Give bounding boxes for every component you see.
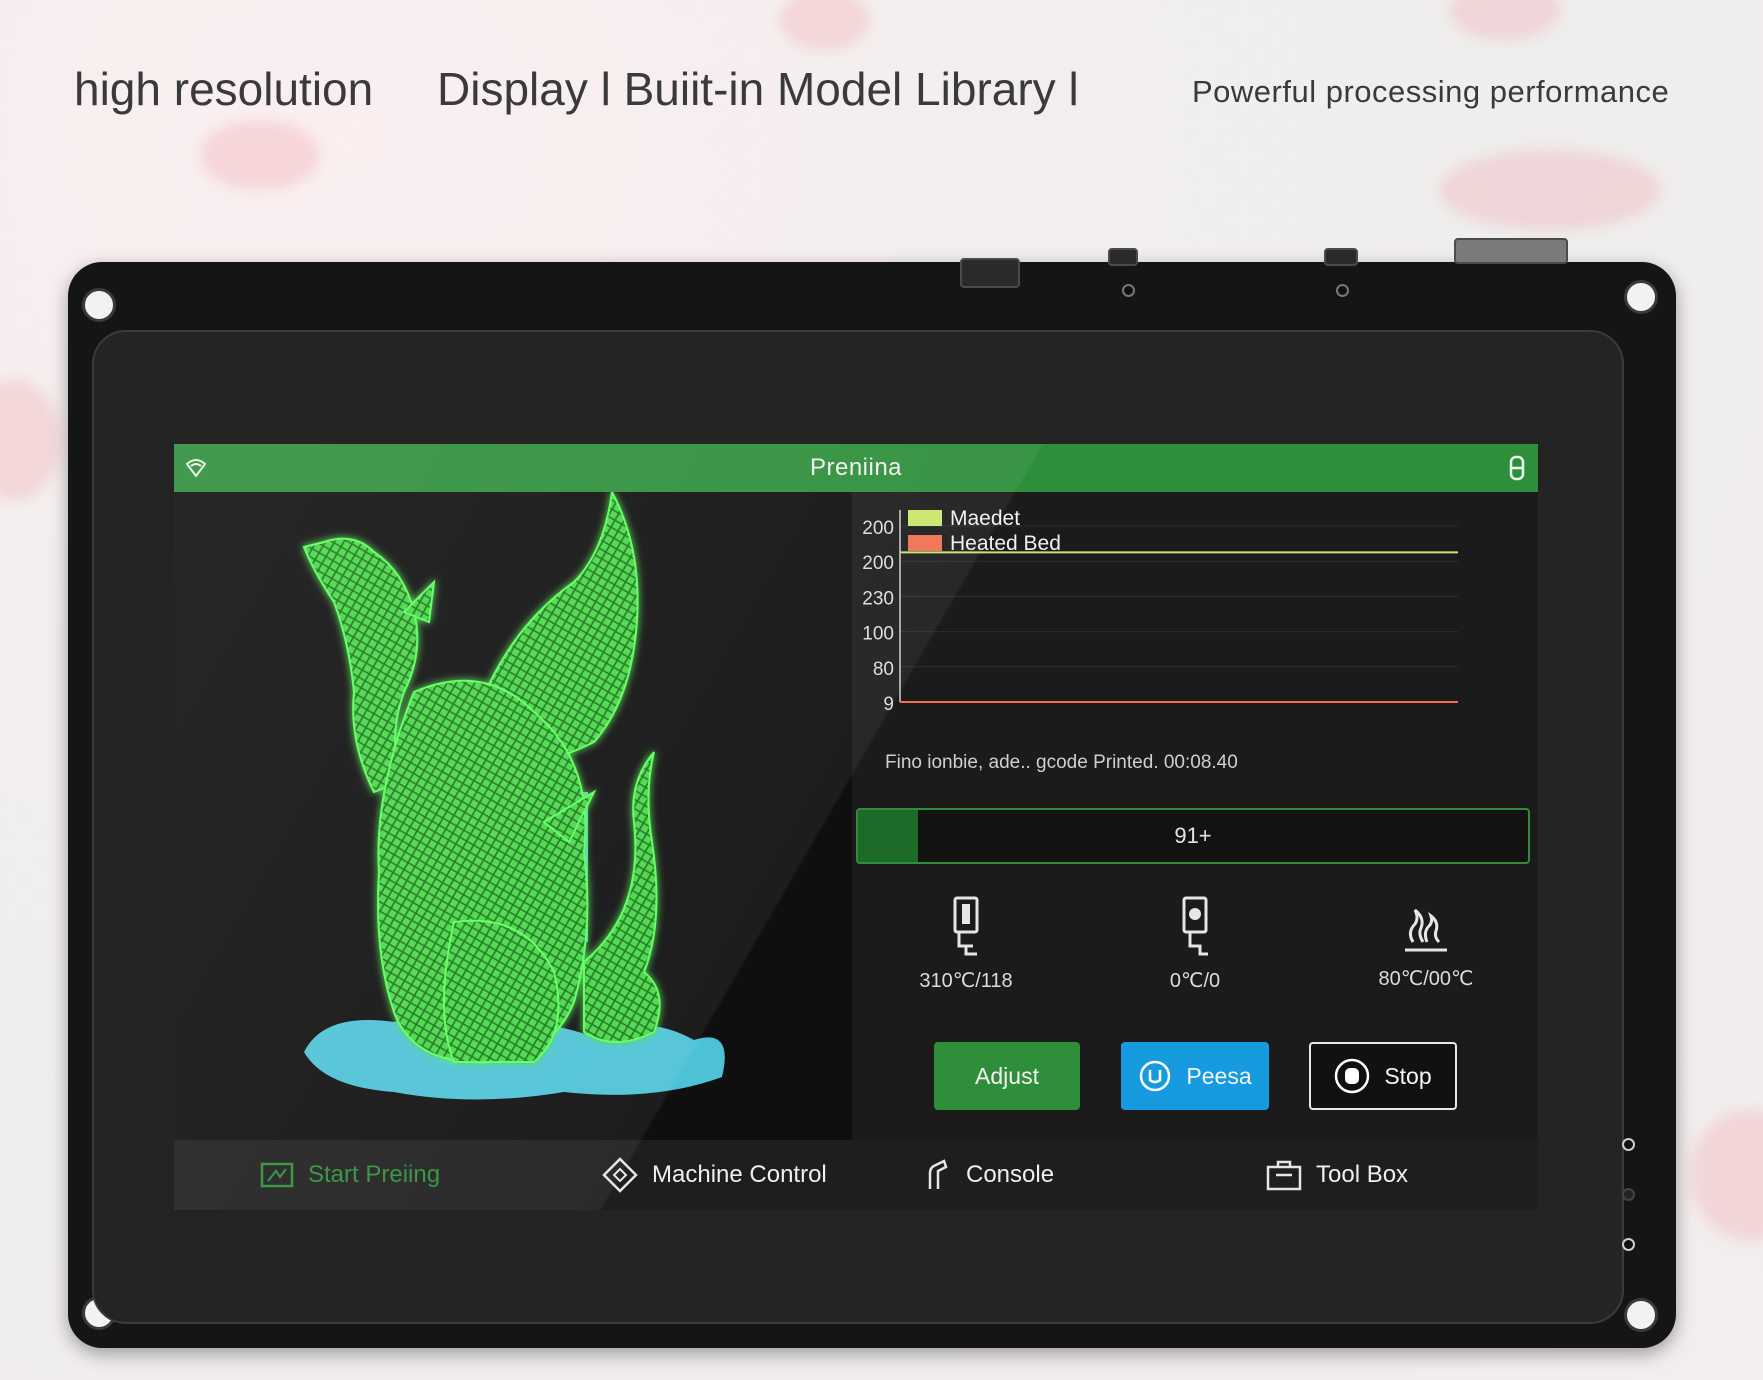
y-tick-label: 200 [862, 518, 894, 539]
nav-tool-box-label: Tool Box [1316, 1161, 1409, 1188]
headline-resolution: high resolution [74, 63, 374, 115]
headline-model-library: Display l Buiit-in Model Library l [437, 63, 1079, 115]
nozzle-temp-value: 310℃/118 [919, 970, 1013, 992]
mount-hole [1624, 280, 1658, 314]
nav-console-label: Console [966, 1161, 1055, 1188]
progress-label: 91+ [1174, 823, 1212, 848]
heated-bed-icon [1405, 908, 1447, 952]
console-icon [928, 1159, 948, 1189]
bottom-navigation: Start Preiing Machine Control Console To… [174, 1140, 1538, 1210]
toolbox-icon [1266, 1160, 1302, 1191]
background-blob [1690, 1110, 1763, 1240]
temperature-chart: 200 200 230 100 80 9 MaedetHeated Bed [862, 507, 1458, 715]
nav-tool-box[interactable]: Tool Box [1266, 1140, 1408, 1210]
mount-hole [82, 288, 116, 322]
y-tick-label: 9 [883, 694, 894, 715]
status-led [1336, 284, 1349, 297]
stop-icon [1335, 1058, 1370, 1094]
pause-icon [1140, 1060, 1171, 1092]
legend-label: Maedet [950, 507, 1020, 530]
print-progress-bar: 91+ [856, 808, 1530, 864]
nav-start-printing[interactable]: Start Preiing [260, 1140, 440, 1210]
nav-machine-control-label: Machine Control [652, 1161, 827, 1188]
headline-performance: Powerful processing performance [1192, 74, 1670, 109]
side-indicator [1622, 1238, 1635, 1251]
adjust-button-label: Adjust [975, 1062, 1039, 1089]
dragon-model-icon [302, 488, 725, 1100]
y-tick-label: 200 [862, 553, 894, 574]
nav-machine-control[interactable]: Machine Control [602, 1140, 827, 1210]
background-blob [780, 0, 870, 50]
heated-bed-value: 80℃/00℃ [1378, 968, 1474, 990]
legend-swatch [908, 535, 942, 551]
ribbon-connector [1454, 238, 1568, 264]
screen-title: Preniina [809, 454, 903, 481]
background-blob [1440, 150, 1660, 230]
y-tick-label: 80 [873, 659, 894, 680]
nav-start-printing-label: Start Preiing [308, 1161, 441, 1188]
background-blob [0, 380, 60, 500]
nav-console[interactable]: Console [926, 1140, 1054, 1210]
background-blob [1450, 0, 1560, 40]
usb-connector [960, 258, 1020, 288]
pause-button-label: Peesa [1186, 1062, 1252, 1089]
extruder-value: 0℃/0 [1169, 970, 1221, 992]
background-blob [200, 120, 320, 190]
y-tick-label: 230 [862, 588, 894, 609]
headline: high resolution Display l Buiit-in Model… [0, 60, 1763, 120]
extruder-icon [1182, 896, 1208, 956]
nozzle-temp-stat: 310℃/118 [876, 896, 1056, 993]
pause-button[interactable]: Peesa [1121, 1042, 1269, 1110]
title-bar: Preniina [174, 444, 1538, 492]
legend-label: Heated Bed [950, 532, 1061, 555]
wifi-icon [185, 459, 207, 478]
heated-bed-stat: 80℃/00℃ [1336, 904, 1516, 991]
stop-button-label: Stop [1384, 1062, 1432, 1089]
port-connector [1108, 248, 1138, 266]
control-icon [602, 1157, 638, 1193]
legend-swatch [908, 510, 942, 526]
port-connector [1324, 248, 1358, 266]
mount-hole [1624, 1298, 1658, 1332]
y-tick-label: 100 [862, 624, 894, 645]
extruder-stat: 0℃/0 [1105, 896, 1285, 993]
side-indicator [1622, 1138, 1635, 1151]
print-icon [260, 1162, 294, 1188]
file-status-text: Fino ionbie, ade.. gcode Printed. 00:08.… [885, 752, 1238, 773]
model-preview [174, 488, 852, 1142]
nozzle-icon [953, 896, 979, 956]
adjust-button[interactable]: Adjust [934, 1042, 1080, 1110]
status-led [1122, 284, 1135, 297]
stop-button[interactable]: Stop [1309, 1042, 1457, 1110]
battery-icon [1509, 455, 1525, 481]
side-indicator [1622, 1188, 1635, 1201]
